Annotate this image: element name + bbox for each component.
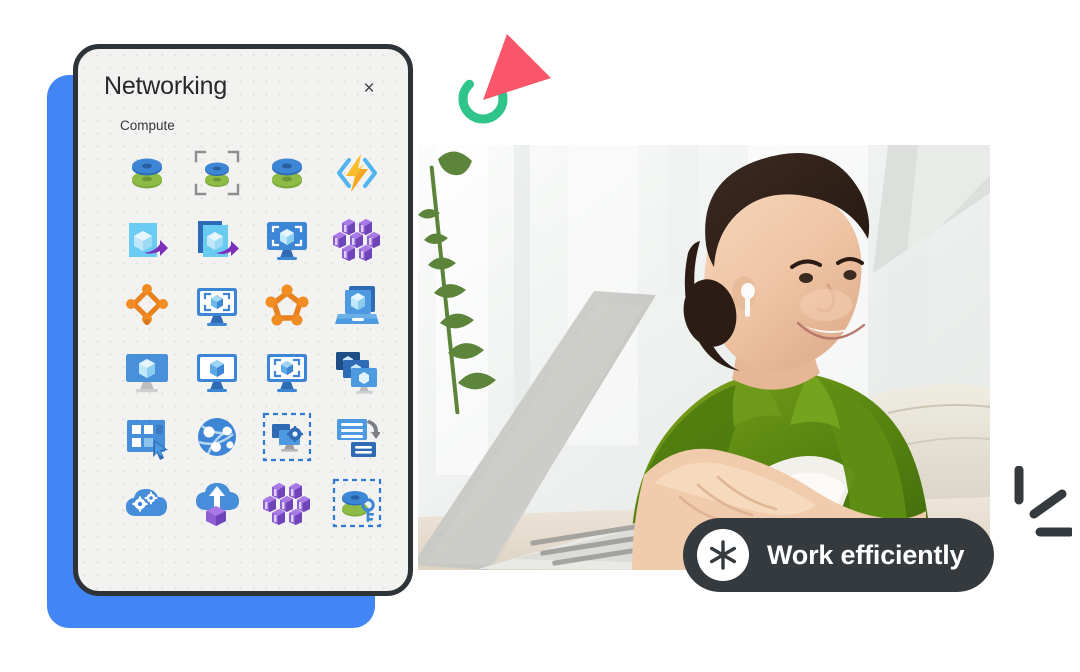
virtual-network-globe-icon[interactable]: [182, 411, 252, 462]
asterisk-icon: [697, 529, 749, 581]
virtual-machine-scale-set-icon[interactable]: [112, 147, 182, 198]
vm-image-gallery-icon[interactable]: [322, 279, 392, 330]
virtual-machine-icon[interactable]: [112, 345, 182, 396]
vm-monitor-bracket-icon[interactable]: [182, 279, 252, 330]
virtual-machine-selected-icon[interactable]: [252, 345, 322, 396]
availability-set-icon[interactable]: [112, 279, 182, 330]
icon-grid: [112, 147, 392, 528]
azure-functions-icon[interactable]: [322, 147, 392, 198]
virtual-machine-stack-icon[interactable]: [322, 345, 392, 396]
cloud-services-icon[interactable]: [112, 477, 182, 528]
disk-access-key-icon[interactable]: [322, 477, 392, 528]
badge-label: Work efficiently: [767, 539, 965, 570]
vm-images-export-icon[interactable]: [182, 213, 252, 264]
dashboard-select-icon[interactable]: [112, 411, 182, 462]
section-label-compute: Compute: [120, 118, 175, 133]
server-cluster-icon[interactable]: [322, 213, 392, 264]
panel-header: Networking ×: [104, 72, 382, 102]
sparkle-lines-decoration: [1008, 465, 1075, 538]
page-title: Networking: [104, 72, 228, 100]
cursor-decoration: [455, 28, 565, 128]
cloud-upload-icon[interactable]: [182, 477, 252, 528]
networking-panel: Networking × Compute: [73, 44, 413, 596]
batch-accounts-icon[interactable]: [322, 411, 392, 462]
service-fabric-cluster-icon[interactable]: [252, 279, 322, 330]
virtual-machine-disc-icon[interactable]: [252, 147, 322, 198]
vm-settings-selected-icon[interactable]: [252, 411, 322, 462]
virtual-machine-white-icon[interactable]: [182, 345, 252, 396]
virtual-desktop-selected-icon[interactable]: [252, 213, 322, 264]
work-efficiently-badge[interactable]: Work efficiently: [683, 518, 995, 592]
vm-image-export-icon[interactable]: [112, 213, 182, 264]
close-icon[interactable]: ×: [356, 76, 382, 102]
woman-working-on-laptop-photo: [418, 145, 990, 570]
pink-cursor-arrow: [483, 34, 551, 100]
server-farm-icon[interactable]: [252, 477, 322, 528]
vm-scale-set-selected-icon[interactable]: [182, 147, 252, 198]
page-root: Networking × Compute Work efficiently: [0, 0, 1080, 672]
